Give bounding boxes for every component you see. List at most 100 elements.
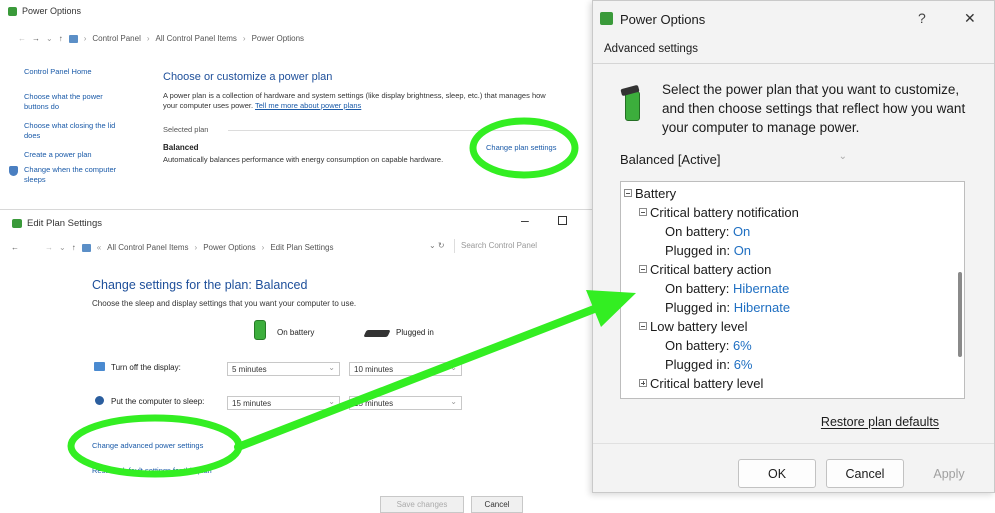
tree-scrollbar-thumb[interactable] — [958, 272, 962, 357]
chevron-down-icon: ⌄ — [450, 397, 457, 406]
sleep-plugged-in-select[interactable]: 15 minutes ⌄ — [349, 396, 462, 410]
tree-setting-on-battery[interactable]: On battery: 6% — [665, 338, 752, 353]
selected-plan-divider — [228, 130, 568, 131]
tree-setting-on-battery[interactable]: On battery: On — [665, 224, 750, 239]
tree-node-critical-action[interactable]: Critical battery action — [639, 262, 771, 277]
sidebar-link-sleep[interactable]: Change when the computer sleeps — [24, 165, 124, 185]
advanced-settings-tab[interactable]: Advanced settings — [604, 43, 698, 55]
plan-name: Balanced — [163, 143, 199, 152]
collapse-icon[interactable] — [639, 322, 647, 330]
recent-chevron-icon[interactable]: ⌄ — [59, 243, 66, 252]
sidebar-link-power-buttons[interactable]: Choose what the power buttons do — [24, 92, 124, 112]
tree-setting-plugged-in[interactable]: Plugged in: On — [665, 243, 751, 258]
advanced-settings-dialog: Power Options ? ✕ Advanced settings Sele… — [592, 0, 995, 493]
save-changes-button[interactable]: Save changes — [380, 496, 464, 513]
breadcrumb-power-options[interactable]: Power Options — [252, 34, 304, 43]
restore-plan-defaults-button[interactable]: Restore plan defaults — [794, 407, 966, 436]
edit-plan-icon — [12, 219, 22, 228]
tell-me-more-link[interactable]: Tell me more about power plans — [255, 101, 361, 110]
forward-arrow-icon[interactable]: → — [32, 34, 40, 43]
apply-button[interactable]: Apply — [914, 459, 984, 488]
battery-icon — [254, 320, 266, 340]
up-arrow-icon[interactable]: ↑ — [59, 34, 63, 43]
change-plan-settings-link[interactable]: Change plan settings — [486, 143, 556, 153]
tree-node-critical-level[interactable]: Critical battery level — [639, 376, 763, 391]
plugged-in-label: Plugged in — [396, 328, 434, 337]
dialog-title: Power Options — [620, 12, 706, 27]
sleep-moon-icon — [95, 396, 104, 405]
breadcrumb-power-options[interactable]: Power Options — [203, 243, 255, 252]
shield-icon — [9, 166, 18, 179]
tree-node-critical-notification[interactable]: Critical battery notification — [639, 205, 799, 220]
breadcrumb-edit-plan[interactable]: Edit Plan Settings — [270, 243, 333, 252]
chevron-down-icon: ⌄ — [450, 363, 457, 372]
collapse-icon[interactable] — [639, 265, 647, 273]
display-plugged-in-select[interactable]: 10 minutes ⌄ — [349, 362, 462, 376]
plan-description: Automatically balances performance with … — [163, 155, 444, 164]
plan-dropdown[interactable]: Balanced [Active] ⌄ — [620, 149, 855, 171]
power-options-heading: Choose or customize a power plan — [163, 71, 333, 83]
maximize-icon[interactable] — [558, 216, 567, 225]
tree-setting-on-battery[interactable]: On battery: Hibernate — [665, 281, 789, 296]
battery-plug-icon — [620, 84, 645, 123]
up-arrow-icon[interactable]: ↑ — [72, 243, 76, 252]
turn-off-display-label: Turn off the display: — [111, 363, 181, 372]
sidebar-link-create-plan[interactable]: Create a power plan — [24, 150, 142, 160]
back-arrow-icon[interactable]: ← — [18, 34, 26, 43]
breadcrumb-all-items[interactable]: All Control Panel Items — [156, 34, 237, 43]
power-plan-description: A power plan is a collection of hardware… — [163, 91, 546, 110]
cancel-button[interactable]: Cancel — [826, 459, 904, 488]
power-options-nav: ← → ⌄ ↑ › Control Panel › All Control Pa… — [18, 34, 305, 43]
tree-node-battery[interactable]: Battery — [624, 186, 676, 201]
expand-icon[interactable] — [639, 379, 647, 387]
tab-divider — [593, 63, 994, 64]
on-battery-label: On battery — [277, 328, 315, 337]
chevron-down-icon: ⌄ — [838, 151, 847, 162]
sidebar-link-lid[interactable]: Choose what closing the lid does — [24, 121, 124, 141]
tree-setting-plugged-in[interactable]: Plugged in: Hibernate — [665, 300, 790, 315]
collapse-icon[interactable] — [639, 208, 647, 216]
tree-setting-plugged-in[interactable]: Plugged in: 6% — [665, 357, 752, 372]
collapse-icon[interactable] — [624, 189, 632, 197]
power-options-titlebar: Power Options — [8, 6, 81, 16]
edit-plan-window: Edit Plan Settings – ← → ⌄ ↑ « All Contr… — [0, 210, 592, 513]
chevron-down-icon: ⌄ — [328, 363, 335, 372]
sidebar-link-home[interactable]: Control Panel Home — [24, 67, 142, 77]
power-options-title: Power Options — [22, 6, 82, 16]
minimize-icon[interactable]: – — [521, 212, 529, 228]
control-panel-icon — [68, 34, 78, 43]
display-on-battery-select[interactable]: 5 minutes ⌄ — [227, 362, 340, 376]
edit-plan-titlebar: Edit Plan Settings — [12, 218, 102, 229]
edit-plan-title: Edit Plan Settings — [27, 218, 102, 229]
restore-defaults-link[interactable]: Restore default settings for this plan — [92, 466, 212, 476]
change-advanced-settings-link[interactable]: Change advanced power settings — [92, 441, 203, 451]
selected-plan-label: Selected plan — [163, 125, 209, 134]
edit-plan-subheading: Choose the sleep and display settings th… — [92, 299, 357, 308]
sleep-label: Put the computer to sleep: — [111, 397, 205, 406]
footer-divider — [593, 443, 994, 444]
search-input[interactable]: Search Control Panel — [454, 239, 582, 253]
recent-chevron-icon[interactable]: ⌄ — [46, 34, 53, 43]
forward-arrow-icon[interactable]: → — [45, 243, 53, 252]
sleep-on-battery-select[interactable]: 15 minutes ⌄ — [227, 396, 340, 410]
cancel-button[interactable]: Cancel — [471, 496, 523, 513]
monitor-icon — [94, 362, 105, 371]
power-plan-icon — [600, 12, 613, 25]
power-plan-icon — [8, 6, 17, 16]
control-panel-icon — [81, 243, 91, 252]
settings-tree[interactable]: Battery Critical battery notification On… — [620, 181, 965, 399]
refresh-icon[interactable]: ⌄ ↻ — [429, 241, 445, 250]
ok-button[interactable]: OK — [738, 459, 816, 488]
power-options-window: Power Options ← → ⌄ ↑ › Control Panel › … — [0, 0, 592, 210]
plug-icon — [363, 330, 391, 337]
close-icon[interactable]: ✕ — [964, 10, 976, 27]
chevron-down-icon: ⌄ — [328, 397, 335, 406]
back-arrow-icon[interactable]: ← — [11, 243, 19, 252]
breadcrumb-all-items[interactable]: All Control Panel Items — [107, 243, 188, 252]
edit-plan-nav: ← → ⌄ ↑ « All Control Panel Items › Powe… — [11, 243, 334, 252]
help-icon[interactable]: ? — [918, 10, 926, 26]
tree-node-low-battery[interactable]: Low battery level — [639, 319, 748, 334]
edit-plan-heading: Change settings for the plan: Balanced — [92, 278, 308, 292]
dialog-instruction: Select the power plan that you want to c… — [662, 82, 966, 135]
breadcrumb-control-panel[interactable]: Control Panel — [92, 34, 140, 43]
